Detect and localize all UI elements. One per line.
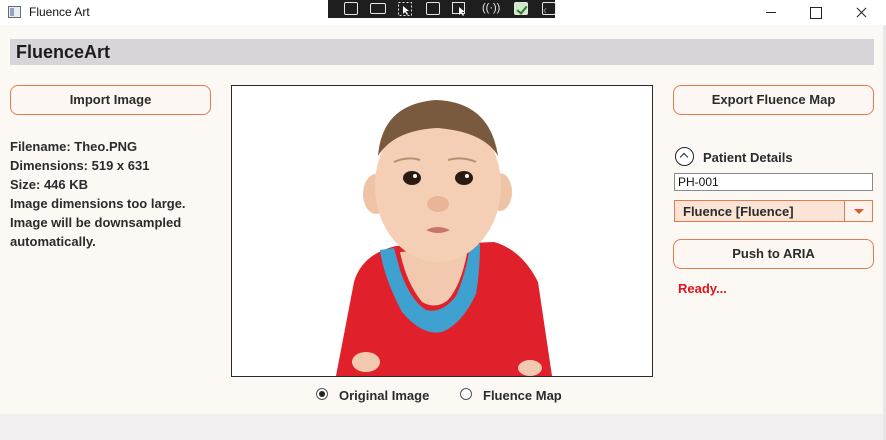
patient-id-field[interactable] bbox=[674, 173, 873, 191]
warning-text-line-3: automatically. bbox=[10, 234, 96, 249]
image-preview bbox=[231, 85, 653, 377]
patient-details-label: Patient Details bbox=[703, 150, 793, 165]
maximize-button[interactable] bbox=[793, 0, 839, 25]
debug-toolbar: ((·)) ‹ bbox=[328, 0, 556, 18]
video-camera-icon[interactable] bbox=[370, 3, 386, 14]
close-button[interactable] bbox=[838, 0, 884, 25]
export-fluence-map-button[interactable]: Export Fluence Map bbox=[673, 85, 874, 115]
import-image-button[interactable]: Import Image bbox=[10, 85, 211, 115]
title-bar: Fluence Art ((·)) ‹ bbox=[0, 0, 886, 25]
push-to-aria-button[interactable]: Push to ARIA bbox=[673, 239, 874, 269]
radio-button-unchecked[interactable] bbox=[460, 388, 472, 400]
app-window-icon bbox=[8, 6, 21, 18]
chevron-down-icon[interactable] bbox=[844, 201, 872, 221]
layout-adorner-icon[interactable] bbox=[426, 2, 440, 15]
check-status-icon[interactable] bbox=[514, 2, 528, 15]
plan-select-value: Fluence [Fluence] bbox=[683, 204, 794, 219]
warning-text-line-1: Image dimensions too large. bbox=[10, 196, 186, 211]
select-element-icon[interactable] bbox=[344, 2, 358, 15]
radio-button-checked[interactable] bbox=[316, 388, 328, 400]
warning-text-line-2: Image will be downsampled bbox=[10, 215, 182, 230]
app-header: FluenceArt bbox=[10, 39, 874, 65]
chevron-up-icon[interactable] bbox=[675, 147, 694, 166]
collapse-chevron-icon[interactable]: ‹ bbox=[542, 2, 556, 17]
footer-band bbox=[0, 414, 883, 440]
minimize-button[interactable] bbox=[748, 0, 794, 25]
baby-photo bbox=[336, 100, 552, 376]
filename-text: Filename: Theo.PNG bbox=[10, 139, 138, 154]
status-text: Ready... bbox=[678, 281, 727, 296]
plan-select[interactable]: Fluence [Fluence] bbox=[674, 200, 873, 222]
hot-reload-icon[interactable]: ((·)) bbox=[482, 2, 500, 15]
dimensions-text: Dimensions: 519 x 631 bbox=[10, 158, 150, 173]
radio-fluence-label: Fluence Map bbox=[483, 388, 562, 403]
page-title: FluenceArt bbox=[16, 42, 111, 62]
radio-original-label: Original Image bbox=[339, 388, 430, 403]
window-title: Fluence Art bbox=[29, 5, 90, 19]
image-info-panel: Filename: Theo.PNG Dimensions: 519 x 631… bbox=[10, 137, 225, 251]
size-text: Size: 446 KB bbox=[10, 177, 89, 192]
cursor-select-icon[interactable] bbox=[398, 2, 412, 16]
track-focus-icon[interactable] bbox=[452, 2, 466, 16]
main-content: FluenceArt Import Image Filename: Theo.P… bbox=[0, 25, 883, 414]
